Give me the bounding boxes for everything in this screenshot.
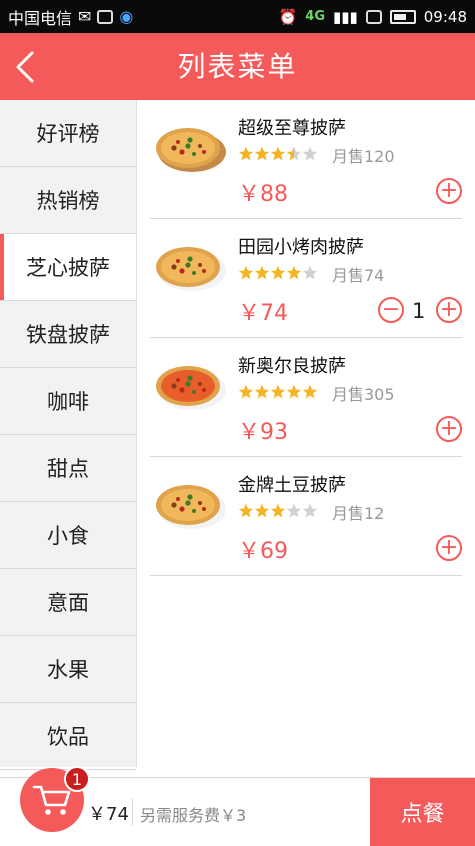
star-icon [302, 146, 318, 161]
sidebar-item[interactable]: 小食 [0, 502, 136, 569]
star-icon [254, 265, 270, 280]
sidebar-item-label: 热销榜 [36, 189, 100, 213]
star-icon [286, 384, 302, 399]
rating-stars [238, 503, 318, 519]
quantity-value: 1 [412, 299, 426, 323]
star-icon [254, 384, 270, 399]
sidebar-item[interactable]: 饮品 [0, 703, 136, 770]
category-sidebar: 好评榜热销榜芝心披萨铁盘披萨咖啡甜点小食意面水果饮品 [0, 100, 137, 770]
qq-icon: ◉ [119, 7, 134, 26]
star-icon [270, 384, 286, 399]
app-header: 列表菜单 [0, 33, 475, 100]
network-type: 4G [305, 9, 325, 24]
pizza-thumbnail [156, 128, 226, 172]
product-price: ￥74 [238, 301, 288, 326]
sidebar-item[interactable]: 咖啡 [0, 368, 136, 435]
star-icon [302, 384, 318, 399]
add-to-cart-button[interactable]: + [436, 297, 462, 323]
product-name: 金牌土豆披萨 [238, 475, 346, 496]
wechat-icon: ✉ [78, 7, 92, 26]
star-icon [238, 384, 254, 399]
sidebar-item-label: 水果 [47, 658, 89, 682]
product-item[interactable]: 金牌土豆披萨月售12 ￥69 + [150, 457, 462, 576]
sim-icon [365, 9, 382, 24]
carrier-label: 中国电信 [8, 8, 73, 28]
product-item[interactable]: 新奥尔良披萨月售305 ￥93 + [150, 338, 462, 457]
signal-icon: ▮▮▮ [333, 7, 358, 26]
star-icon [302, 503, 318, 518]
product-name: 田园小烤肉披萨 [238, 237, 364, 258]
sidebar-item[interactable]: 芝心披萨 [0, 234, 136, 301]
star-icon [286, 146, 302, 161]
cart-bar: 1 ￥74 另需服务费￥3 点餐 [0, 766, 475, 846]
product-price: ￥93 [238, 420, 288, 445]
back-button[interactable] [8, 45, 48, 89]
cart-total: ￥74 [88, 804, 129, 825]
status-bar-left: 中国电信 ✉ ◉ [8, 0, 133, 33]
star-icon [238, 265, 254, 280]
sidebar-item[interactable]: 甜点 [0, 435, 136, 502]
status-bar-right: ⏰ 4G ▮▮▮ 09:48 [279, 0, 467, 33]
add-to-cart-button[interactable]: + [436, 535, 462, 561]
order-button[interactable]: 点餐 [370, 778, 475, 846]
sidebar-item-label: 饮品 [47, 725, 89, 749]
sidebar-item-label: 铁盘披萨 [26, 323, 110, 347]
sidebar-item[interactable]: 意面 [0, 569, 136, 636]
star-icon [270, 146, 286, 161]
product-price: ￥69 [238, 539, 288, 564]
rating-stars [238, 265, 318, 281]
alarm-icon: ⏰ [278, 7, 298, 26]
sidebar-item[interactable]: 铁盘披萨 [0, 301, 136, 368]
monthly-sales: 月售305 [332, 385, 395, 404]
star-icon [238, 146, 254, 161]
sidebar-item-label: 意面 [47, 591, 89, 615]
sidebar-item[interactable]: 水果 [0, 636, 136, 703]
gallery-icon [97, 9, 114, 24]
pizza-thumbnail [156, 366, 226, 410]
cart-count-badge: 1 [64, 766, 90, 792]
status-bar: 中国电信 ✉ ◉ ⏰ 4G ▮▮▮ 09:48 [0, 0, 475, 33]
star-icon [254, 146, 270, 161]
star-icon [238, 503, 254, 518]
sidebar-item[interactable]: 热销榜 [0, 167, 136, 234]
monthly-sales: 月售74 [332, 266, 385, 285]
star-icon [270, 503, 286, 518]
star-icon [302, 265, 318, 280]
rating-stars [238, 384, 318, 400]
sidebar-item-label: 甜点 [47, 457, 89, 481]
rating-stars [238, 146, 318, 162]
sidebar-item-label: 小食 [47, 524, 89, 548]
product-name: 超级至尊披萨 [238, 118, 346, 139]
monthly-sales: 月售120 [332, 147, 395, 166]
product-name: 新奥尔良披萨 [238, 356, 346, 377]
decrease-quantity-button[interactable]: − [378, 297, 404, 323]
star-icon [286, 265, 302, 280]
service-fee-label: 另需服务费￥3 [140, 806, 247, 825]
star-icon [270, 265, 286, 280]
pizza-thumbnail [156, 247, 226, 291]
sidebar-item-label: 好评榜 [36, 122, 100, 146]
sidebar-item[interactable]: 好评榜 [0, 100, 136, 167]
sidebar-item-label: 咖啡 [47, 390, 89, 414]
clock: 09:48 [423, 7, 467, 26]
battery-icon [389, 9, 416, 24]
product-item[interactable]: 超级至尊披萨月售120 ￥88 + [150, 100, 462, 219]
page-title: 列表菜单 [177, 50, 298, 83]
shopping-cart-icon [32, 785, 71, 815]
add-to-cart-button[interactable]: + [436, 416, 462, 442]
product-list: 超级至尊披萨 月售120 ￥88 + 田园小烤肉披萨 月售74 ￥74−1 + 新奥尔良披萨 月售… [150, 100, 462, 576]
star-icon [254, 503, 270, 518]
add-to-cart-button[interactable]: + [436, 178, 462, 204]
chevron-left-icon [16, 51, 34, 83]
product-price: ￥88 [238, 182, 288, 207]
sidebar-item-label: 芝心披萨 [26, 256, 110, 280]
star-icon [286, 503, 302, 518]
monthly-sales: 月售12 [332, 504, 385, 523]
product-item[interactable]: 田园小烤肉披萨月售74 ￥74 −1 + [150, 219, 462, 338]
divider [132, 798, 133, 826]
pizza-thumbnail [156, 485, 226, 529]
